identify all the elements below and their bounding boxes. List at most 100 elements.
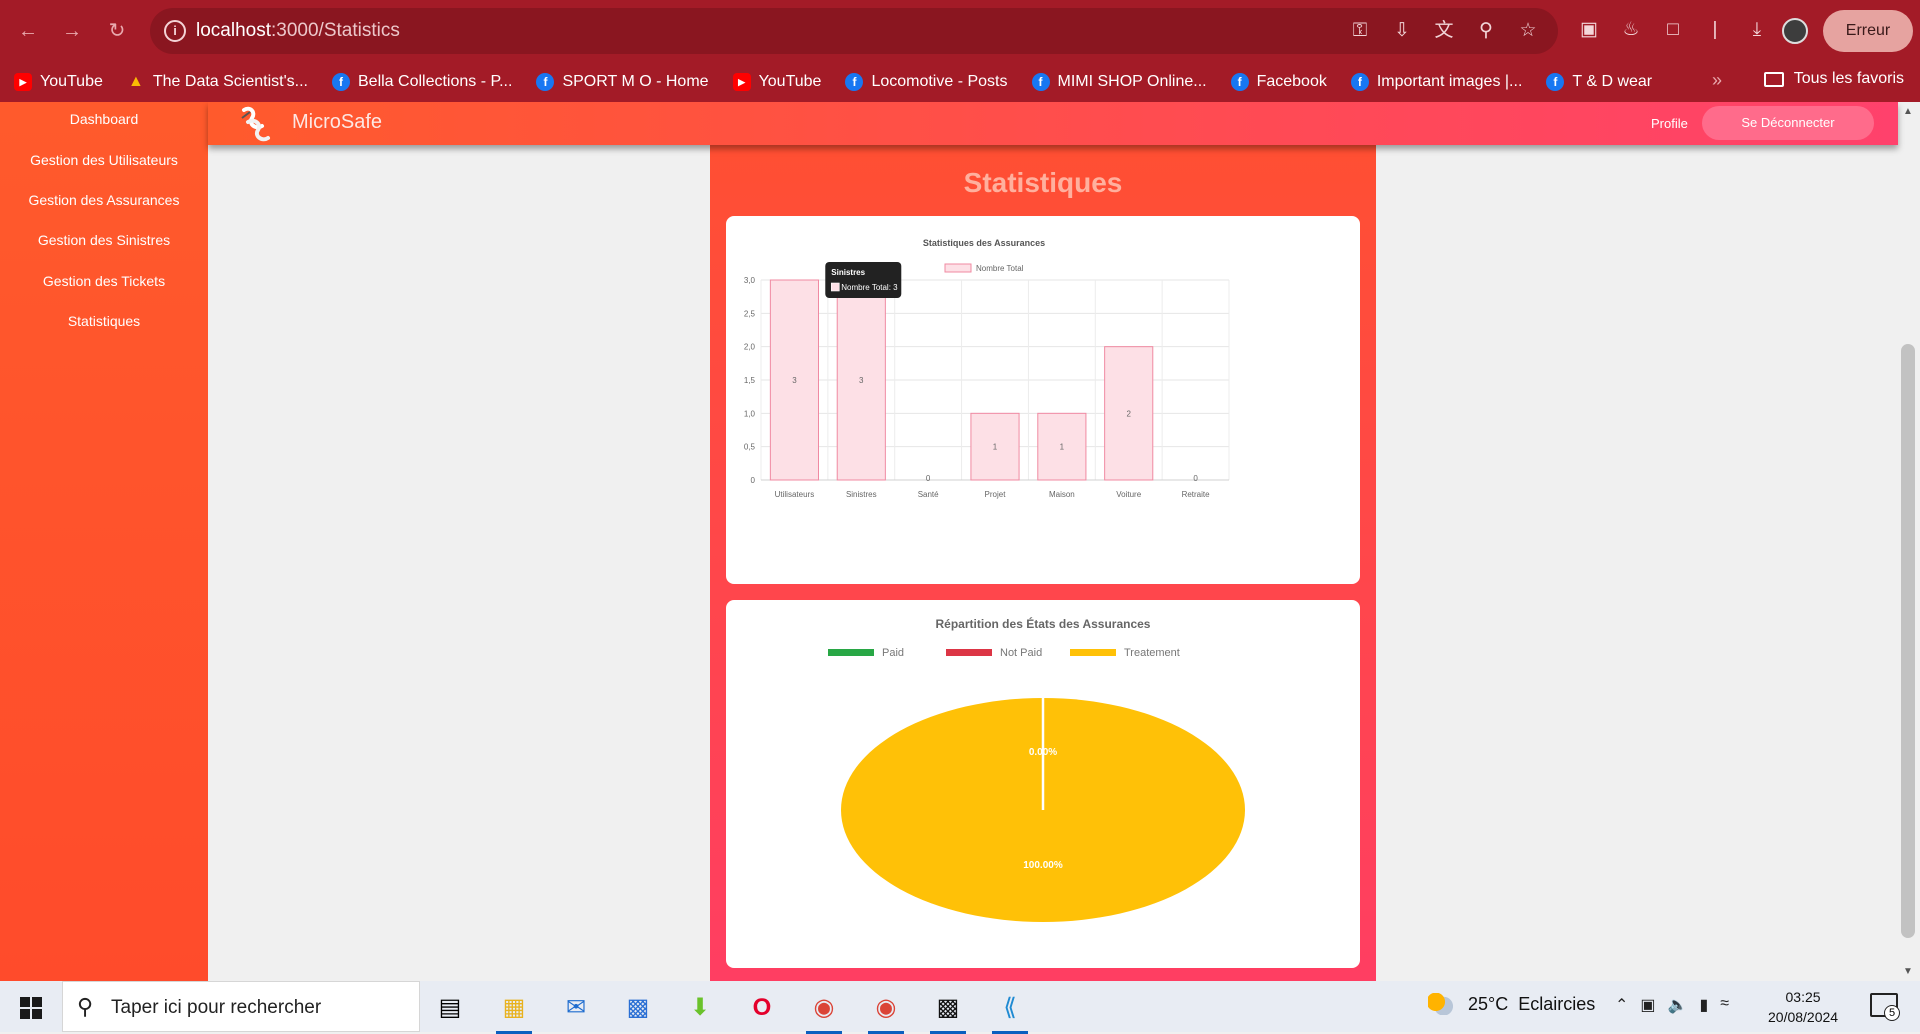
windows-start-icon[interactable]	[20, 997, 42, 1019]
terminal-icon[interactable]: ▩	[928, 988, 968, 1034]
x-tick-label: Utilisateurs	[775, 490, 815, 499]
x-tick-label: Projet	[985, 490, 1007, 499]
site-info-icon[interactable]: i	[164, 20, 186, 42]
extensions-icon[interactable]: □	[1659, 14, 1687, 46]
all-bookmarks-button[interactable]: Tous les favoris	[1763, 70, 1904, 88]
store-icon[interactable]: ▩	[618, 988, 658, 1028]
volume-icon[interactable]: 🔈	[1668, 995, 1688, 1015]
bookmark-item[interactable]: f Facebook	[1230, 73, 1327, 91]
search-icon: ⚲	[77, 994, 94, 1019]
profile-link[interactable]: Profile	[1651, 116, 1688, 131]
sidebar-item-claims[interactable]: Gestion des Sinistres	[0, 232, 208, 248]
x-tick-label: Maison	[1049, 490, 1075, 499]
forward-icon[interactable]: →	[58, 17, 86, 45]
translate-icon[interactable]: 文	[1432, 18, 1456, 44]
x-tick-label: Retraite	[1182, 490, 1211, 499]
address-bar[interactable]: i localhost:3000/Statistics ⚿ ⇩ 文 ⚲ ☆	[150, 8, 1558, 54]
clock[interactable]: 03:25 20/08/2024	[1768, 987, 1838, 1027]
battery-icon[interactable]: ▮	[1699, 995, 1708, 1015]
sidebar-item-users[interactable]: Gestion des Utilisateurs	[0, 152, 208, 168]
mail-icon[interactable]: ✉	[556, 988, 596, 1028]
bar-data-label: 2	[1126, 409, 1131, 418]
chevron-up-icon[interactable]: ⌃	[1615, 995, 1628, 1015]
windows-taskbar: ⚲ Taper ici pour rechercher ▤ ▦ ✉ ▩ ⬇ O …	[0, 981, 1920, 1034]
sidebar-item-insurances[interactable]: Gestion des Assurances	[0, 192, 208, 208]
bookmark-label: YouTube	[758, 73, 822, 90]
facebook-icon: f	[845, 73, 864, 91]
downloads-icon[interactable]: ⤓	[1743, 14, 1771, 46]
network-status-icon[interactable]: ▣	[1640, 995, 1655, 1015]
bookmark-item[interactable]: ▶ YouTube	[732, 73, 822, 91]
facebook-icon: f	[1230, 73, 1249, 91]
url-text[interactable]: localhost:3000/Statistics	[196, 20, 400, 42]
taskbar-search-input[interactable]: ⚲ Taper ici pour rechercher	[62, 981, 420, 1032]
bar-chart-card: Statistiques des Assurances Nombre Total 0…	[726, 216, 1360, 584]
app-header: MicroSafe Profile Se Déconnecter	[208, 102, 1898, 145]
google-drive-icon: ▲	[127, 73, 144, 90]
task-view-icon[interactable]: ▤	[430, 988, 470, 1028]
bookmark-item[interactable]: f Locomotive - Posts	[845, 73, 1008, 91]
zoom-icon[interactable]: ⚲	[1474, 18, 1498, 44]
youtube-icon: ▶	[732, 73, 751, 91]
fire-extension-icon[interactable]: ♨	[1617, 14, 1645, 46]
legend-label: Nombre Total	[976, 264, 1024, 273]
download-manager-icon[interactable]: ⬇	[680, 988, 720, 1028]
error-button[interactable]: Erreur	[1823, 10, 1913, 52]
pie-legend-label: Treatement	[1124, 647, 1180, 659]
browser-toolbar: ← → ↻ i localhost:3000/Statistics ⚿ ⇩ 文 …	[0, 0, 1920, 62]
key-icon[interactable]: ⚿	[1348, 18, 1372, 44]
sidebar-item-dashboard[interactable]: Dashboard	[0, 111, 208, 127]
bookmark-item[interactable]: f T & D wear	[1546, 73, 1652, 91]
y-tick-label: 3,0	[744, 276, 756, 285]
pocket-icon[interactable]: ▣	[1575, 14, 1603, 46]
logout-button[interactable]: Se Déconnecter	[1702, 106, 1874, 140]
tooltip-swatch	[830, 282, 840, 292]
bookmark-item[interactable]: f Bella Collections - P...	[332, 73, 512, 91]
back-icon[interactable]: ←	[14, 17, 42, 45]
file-explorer-icon[interactable]: ▦	[494, 988, 534, 1034]
bookmarks-bar: ▶ YouTube ▲ The Data Scientist's... f Bella C…	[0, 62, 1920, 102]
wifi-icon[interactable]: ≈	[1720, 995, 1729, 1015]
pie-chart-card: Répartition des États des Assurances Paid…	[726, 600, 1360, 968]
notification-count-badge: 5	[1884, 1005, 1900, 1021]
chrome-profile-icon[interactable]: ◉	[866, 988, 906, 1034]
chrome-icon[interactable]: ◉	[804, 988, 844, 1034]
sidebar: Dashboard Gestion des Utilisateurs Gesti…	[0, 102, 208, 981]
legend-swatch	[944, 263, 972, 273]
weather-temp: 25°C	[1468, 993, 1509, 1014]
scroll-down-icon[interactable]: ▼	[1903, 966, 1913, 977]
bookmark-label: Facebook	[1256, 73, 1327, 90]
pie-legend-swatch	[1070, 649, 1116, 656]
more-bookmarks-icon[interactable]: »	[1712, 70, 1722, 91]
page-title: Statistiques	[963, 167, 1123, 198]
sidebar-item-statistics[interactable]: Statistiques	[0, 313, 208, 329]
bar-chart-title: Statistiques des Assurances	[923, 238, 1045, 248]
scrollbar-thumb[interactable]	[1901, 344, 1915, 938]
microsafe-logo-icon	[241, 106, 270, 142]
reload-icon[interactable]: ↻	[103, 17, 131, 45]
opera-icon[interactable]: O	[742, 988, 782, 1028]
bookmark-item[interactable]: f SPORT M O - Home	[536, 73, 709, 91]
profile-avatar-icon[interactable]	[1782, 18, 1808, 44]
bookmark-label: SPORT M O - Home	[562, 73, 709, 90]
all-bookmarks-label: Tous les favoris	[1793, 70, 1904, 87]
main-content: Statistiques Statistiques des Assurances…	[710, 102, 1376, 981]
scroll-up-icon[interactable]: ▲	[1903, 106, 1913, 117]
facebook-icon: f	[1350, 73, 1369, 91]
bar-data-label: 1	[993, 443, 998, 452]
bookmark-item[interactable]: f Important images |...	[1350, 73, 1523, 91]
sidebar-item-tickets[interactable]: Gestion des Tickets	[0, 273, 208, 289]
vscode-icon[interactable]: ⟪	[990, 988, 1030, 1034]
star-icon[interactable]: ☆	[1516, 18, 1540, 44]
pie-chart: Répartition des États des Assurances Paid…	[828, 616, 1245, 922]
bookmark-item[interactable]: ▶ YouTube	[14, 73, 103, 91]
brand-name[interactable]: MicroSafe	[292, 111, 382, 134]
bookmark-item[interactable]: ▲ The Data Scientist's...	[127, 73, 308, 91]
bookmark-item[interactable]: f MIMI SHOP Online...	[1031, 73, 1207, 91]
install-app-icon[interactable]: ⇩	[1390, 18, 1414, 44]
bar-data-label: 0	[926, 474, 931, 483]
bar-data-label: 3	[792, 376, 797, 385]
bookmark-label: Important images |...	[1376, 73, 1523, 90]
youtube-icon: ▶	[14, 73, 32, 91]
weather-widget[interactable]: 25°C Eclaircies	[1428, 993, 1595, 1015]
